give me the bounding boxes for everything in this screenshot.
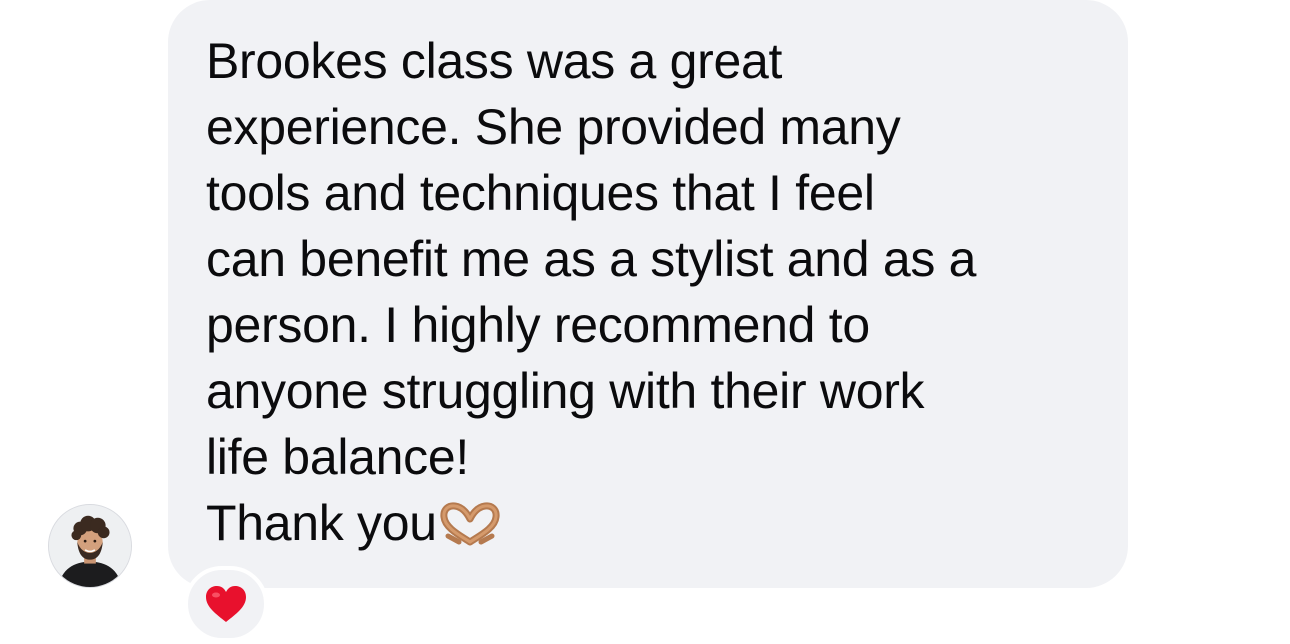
avatar[interactable] bbox=[48, 504, 132, 588]
message-line: person. I highly recommend to bbox=[206, 297, 870, 353]
message-line: experience. She provided many bbox=[206, 99, 901, 155]
message-line: anyone struggling with their work bbox=[206, 363, 925, 419]
message-thread: Brookes class was a great experience. Sh… bbox=[0, 0, 1290, 644]
message-bubble[interactable]: Brookes class was a great experience. Sh… bbox=[168, 0, 1128, 588]
reaction-badge[interactable] bbox=[184, 566, 268, 642]
message-line-last: Thank you bbox=[206, 490, 1090, 556]
heart-icon bbox=[206, 586, 246, 622]
heart-hands-icon bbox=[440, 502, 500, 546]
message-line-text: Thank you bbox=[206, 495, 437, 551]
avatar-photo bbox=[49, 505, 131, 587]
message-line: life balance! bbox=[206, 429, 469, 485]
message-line: tools and techniques that I feel bbox=[206, 165, 875, 221]
message-line: can benefit me as a stylist and as a bbox=[206, 231, 977, 287]
message-line: Brookes class was a great bbox=[206, 33, 783, 89]
